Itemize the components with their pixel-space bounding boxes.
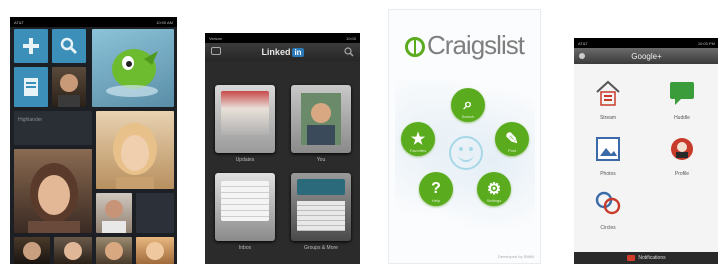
settings-icon: ⚙ — [486, 181, 502, 198]
item-label: Huddle — [674, 115, 690, 121]
brand-badge: in — [292, 47, 304, 57]
add-tile[interactable] — [14, 29, 48, 63]
linkedin-logo: Linked in — [261, 47, 304, 57]
person-photo-icon — [102, 200, 126, 233]
button-label: Search — [461, 114, 475, 119]
huddle-icon — [670, 82, 694, 105]
card-label: You — [316, 157, 326, 163]
app-header: Linked in — [205, 43, 360, 61]
time-label: 10:00 AM — [156, 19, 173, 25]
metro-phone-screenshot: AT&T 10:00 AM Highlander — [10, 17, 177, 264]
search-icon — [60, 37, 77, 54]
groups-list — [297, 201, 345, 231]
mascot-tile[interactable] — [92, 29, 174, 107]
notifications-bar[interactable]: Notifications — [574, 252, 718, 264]
carrier-label: AT&T — [14, 19, 24, 25]
card-label: Groups & More — [304, 245, 338, 251]
brand-name: Linked — [261, 47, 291, 57]
button-label: Favorites — [409, 148, 427, 153]
photos-icon — [596, 137, 620, 161]
tile-caption: Highlander — [18, 117, 43, 123]
smiley-icon — [449, 136, 483, 170]
person-photo-icon — [113, 123, 157, 189]
contact-photo[interactable] — [96, 193, 132, 233]
stream-item[interactable]: Stream — [586, 78, 630, 121]
profile-icon — [671, 138, 693, 160]
profile-item[interactable]: Profile — [660, 134, 704, 177]
help-icon: ? — [431, 180, 441, 197]
news-thumbnail — [221, 91, 269, 135]
inbox-card[interactable] — [215, 173, 275, 241]
item-label: Circles — [600, 225, 616, 231]
stream-icon — [596, 80, 620, 106]
person-photo-icon — [146, 242, 164, 260]
circles-icon — [595, 191, 621, 215]
notifications-label: Notifications — [638, 255, 666, 261]
contact-photo-large[interactable] — [96, 111, 174, 189]
photos-item[interactable]: Photos — [586, 134, 630, 177]
bird-mascot-icon — [106, 49, 158, 97]
time-label: 10:00 — [345, 35, 356, 41]
search-icon[interactable] — [344, 47, 354, 57]
button-label: Post — [507, 148, 516, 153]
person-photo-icon — [58, 74, 80, 107]
notification-badge-icon — [627, 255, 636, 261]
post-icon: ✎ — [505, 131, 519, 148]
contact-photo[interactable] — [96, 237, 132, 264]
googleplus-phone-screenshot: AT&T 10:00 PM Google+ Stream Huddle Phot… — [574, 38, 718, 264]
groups-thumbnail — [297, 179, 345, 195]
inbox-thumbnail — [221, 181, 269, 221]
developer-credit: Developed by SMMI — [497, 254, 534, 259]
item-label: Profile — [674, 171, 690, 177]
peace-icon — [405, 37, 426, 57]
contact-photo[interactable] — [14, 237, 50, 264]
person-photo-icon — [23, 242, 41, 260]
person-photo-icon — [28, 163, 80, 233]
notes-tile[interactable] — [14, 67, 48, 107]
contact-photo[interactable] — [52, 67, 86, 107]
app-title: Craigslist — [389, 30, 540, 61]
app-tile[interactable] — [136, 193, 174, 233]
person-photo-icon — [105, 242, 123, 260]
carrier-label: Verizon — [209, 35, 223, 41]
profile-photo-icon — [301, 93, 341, 145]
card-label: Updates — [235, 157, 255, 163]
contact-photo[interactable] — [136, 237, 174, 264]
star-icon: ★ — [410, 131, 426, 148]
search-tile[interactable] — [52, 29, 86, 63]
plus-icon — [23, 38, 39, 54]
time-label: 10:00 PM — [697, 40, 715, 46]
person-photo-icon — [64, 242, 82, 260]
updates-card[interactable] — [215, 85, 275, 153]
profile-card[interactable] — [291, 85, 351, 153]
item-label: Photos — [600, 171, 616, 177]
button-label: Help — [431, 198, 441, 203]
app-title: Google+ — [631, 51, 662, 61]
search-icon: ⌕ — [463, 96, 473, 113]
contact-photo[interactable] — [54, 237, 92, 264]
huddle-item[interactable]: Huddle — [660, 78, 704, 121]
contact-photo-large[interactable] — [14, 149, 92, 233]
item-label: Stream — [599, 115, 617, 121]
status-bar: AT&T 10:00 AM — [10, 17, 177, 27]
note-icon — [24, 78, 38, 96]
caption-tile[interactable]: Highlander — [14, 111, 92, 145]
groups-card[interactable] — [291, 173, 351, 241]
button-label: Settings — [486, 198, 502, 203]
craigslist-screenshot: Craigslist ⌕ Search ★ Favorites ✎ Post ?… — [388, 9, 541, 264]
carrier-label: AT&T — [578, 40, 588, 46]
app-header: Google+ — [574, 48, 718, 64]
card-label: Inbox — [238, 245, 252, 251]
status-bar: AT&T 10:00 PM — [574, 38, 718, 48]
circles-item[interactable]: Circles — [586, 188, 630, 231]
status-bar: Verizon 10:00 — [205, 33, 360, 43]
chat-icon[interactable] — [211, 47, 221, 55]
menu-icon[interactable] — [579, 53, 585, 59]
linkedin-phone-screenshot: Verizon 10:00 Linked in Updates You Inbo… — [205, 33, 360, 264]
title-text: Craigslist — [427, 30, 525, 60]
